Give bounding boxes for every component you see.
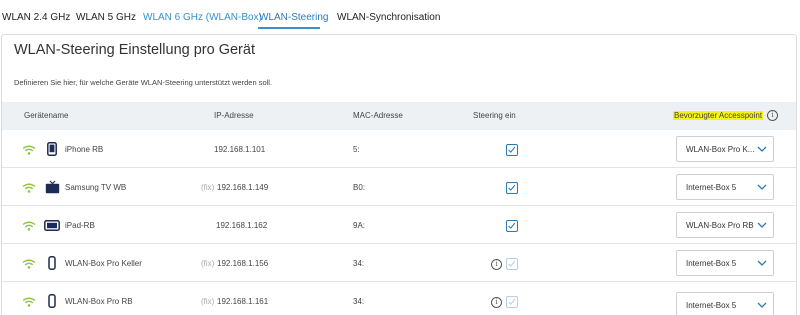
- selected-accesspoint: WLAN-Box Pro RB: [686, 221, 754, 230]
- device-name: iPhone RB: [65, 145, 104, 154]
- mac-address: 5:: [353, 145, 360, 154]
- checkmark-icon: [508, 298, 516, 305]
- header-ip-address: IP-Adresse: [214, 111, 254, 120]
- table-row: Samsung TV WB (fix) 192.168.1.149 B0: In…: [2, 168, 796, 206]
- wifi-signal-icon: [22, 221, 36, 231]
- fixed-ip-label: (fix): [201, 259, 215, 268]
- header-mac-address: MAC-Adresse: [353, 111, 403, 120]
- device-name: iPad-RB: [65, 221, 95, 230]
- chevron-down-icon: [757, 260, 767, 266]
- checkmark-icon: [508, 222, 516, 229]
- table-row: WLAN-Box Pro Keller (fix) 192.168.1.156 …: [2, 244, 796, 282]
- fixed-ip-label: (fix): [201, 183, 215, 192]
- header-preferred-accesspoint: Bevorzugter Accesspoint: [673, 111, 764, 120]
- header-steering: Steering ein: [473, 111, 516, 120]
- device-name: WLAN-Box Pro RB: [65, 297, 133, 306]
- tab-wlan-6-ghz[interactable]: WLAN 6 GHz (WLAN-Box): [143, 12, 262, 24]
- preferred-accesspoint-select[interactable]: Internet-Box 5: [676, 174, 774, 200]
- mac-address: B0:: [353, 183, 366, 192]
- selected-accesspoint: WLAN-Box Pro K...: [686, 145, 755, 154]
- chevron-down-icon: [757, 302, 767, 308]
- ip-address: 192.168.1.149: [217, 183, 269, 192]
- mac-address: 9A:: [353, 221, 366, 230]
- ip-address: 192.168.1.162: [216, 221, 268, 230]
- checkmark-icon: [508, 184, 516, 191]
- tablet-icon: [44, 220, 60, 231]
- selected-accesspoint: Internet-Box 5: [686, 301, 737, 310]
- wifi-signal-icon: [22, 297, 36, 307]
- wlan-box-icon: [48, 256, 56, 270]
- checkmark-icon: [508, 260, 516, 267]
- tab-wlan-2-4-ghz[interactable]: WLAN 2.4 GHz: [2, 12, 70, 24]
- checkmark-icon: [508, 146, 516, 153]
- ip-address: 192.168.1.101: [214, 145, 266, 154]
- preferred-accesspoint-select[interactable]: Internet-Box 5: [676, 292, 774, 315]
- selected-accesspoint: Internet-Box 5: [686, 183, 737, 192]
- table-row: WLAN-Box Pro RB (fix) 192.168.1.161 34: …: [2, 282, 796, 315]
- fixed-ip-label: (fix): [201, 297, 215, 306]
- steering-checkbox: [506, 258, 518, 270]
- active-tab-indicator: [258, 27, 320, 29]
- wifi-signal-icon: [22, 183, 36, 193]
- tab-wlan-steering[interactable]: WLAN-Steering: [259, 12, 328, 24]
- device-name: WLAN-Box Pro Keller: [65, 259, 142, 268]
- ip-address: 192.168.1.156: [217, 259, 269, 268]
- device-name: Samsung TV WB: [65, 183, 127, 192]
- header-device-name: Gerätename: [24, 111, 69, 120]
- preferred-accesspoint-select[interactable]: WLAN-Box Pro RB: [676, 212, 774, 238]
- selected-accesspoint: Internet-Box 5: [686, 259, 737, 268]
- steering-checkbox[interactable]: [506, 220, 518, 232]
- table-row: iPad-RB 192.168.1.162 9A: WLAN-Box Pro R…: [2, 206, 796, 244]
- tab-wlan-5-ghz[interactable]: WLAN 5 GHz: [76, 12, 136, 24]
- chevron-down-icon: [757, 184, 767, 190]
- preferred-accesspoint-select[interactable]: Internet-Box 5: [676, 250, 774, 276]
- steering-checkbox[interactable]: [506, 182, 518, 194]
- page-title: WLAN-Steering Einstellung pro Gerät: [14, 42, 255, 58]
- tv-icon: [45, 180, 60, 194]
- chevron-down-icon: [757, 222, 767, 228]
- preferred-accesspoint-select[interactable]: WLAN-Box Pro K...: [676, 136, 774, 162]
- info-icon[interactable]: i: [491, 259, 502, 270]
- tab-wlan-synchronisation[interactable]: WLAN-Synchronisation: [337, 12, 440, 24]
- info-icon[interactable]: i: [491, 297, 502, 308]
- info-icon[interactable]: i: [767, 110, 778, 121]
- mac-address: 34:: [353, 297, 365, 306]
- mac-address: 34:: [353, 259, 365, 268]
- ip-address: 192.168.1.161: [217, 297, 269, 306]
- tab-bar: WLAN 2.4 GHz WLAN 5 GHz WLAN 6 GHz (WLAN…: [0, 0, 800, 30]
- steering-checkbox: [506, 296, 518, 308]
- table-row: iPhone RB 192.168.1.101 5: WLAN-Box Pro …: [2, 130, 796, 168]
- chevron-down-icon: [757, 146, 767, 152]
- phone-icon: [47, 142, 57, 156]
- wlan-box-icon: [48, 294, 56, 308]
- steering-checkbox[interactable]: [506, 144, 518, 156]
- page-description: Definieren Sie hier, für welche Geräte W…: [14, 78, 273, 87]
- wifi-signal-icon: [22, 259, 36, 269]
- wifi-signal-icon: [22, 145, 36, 155]
